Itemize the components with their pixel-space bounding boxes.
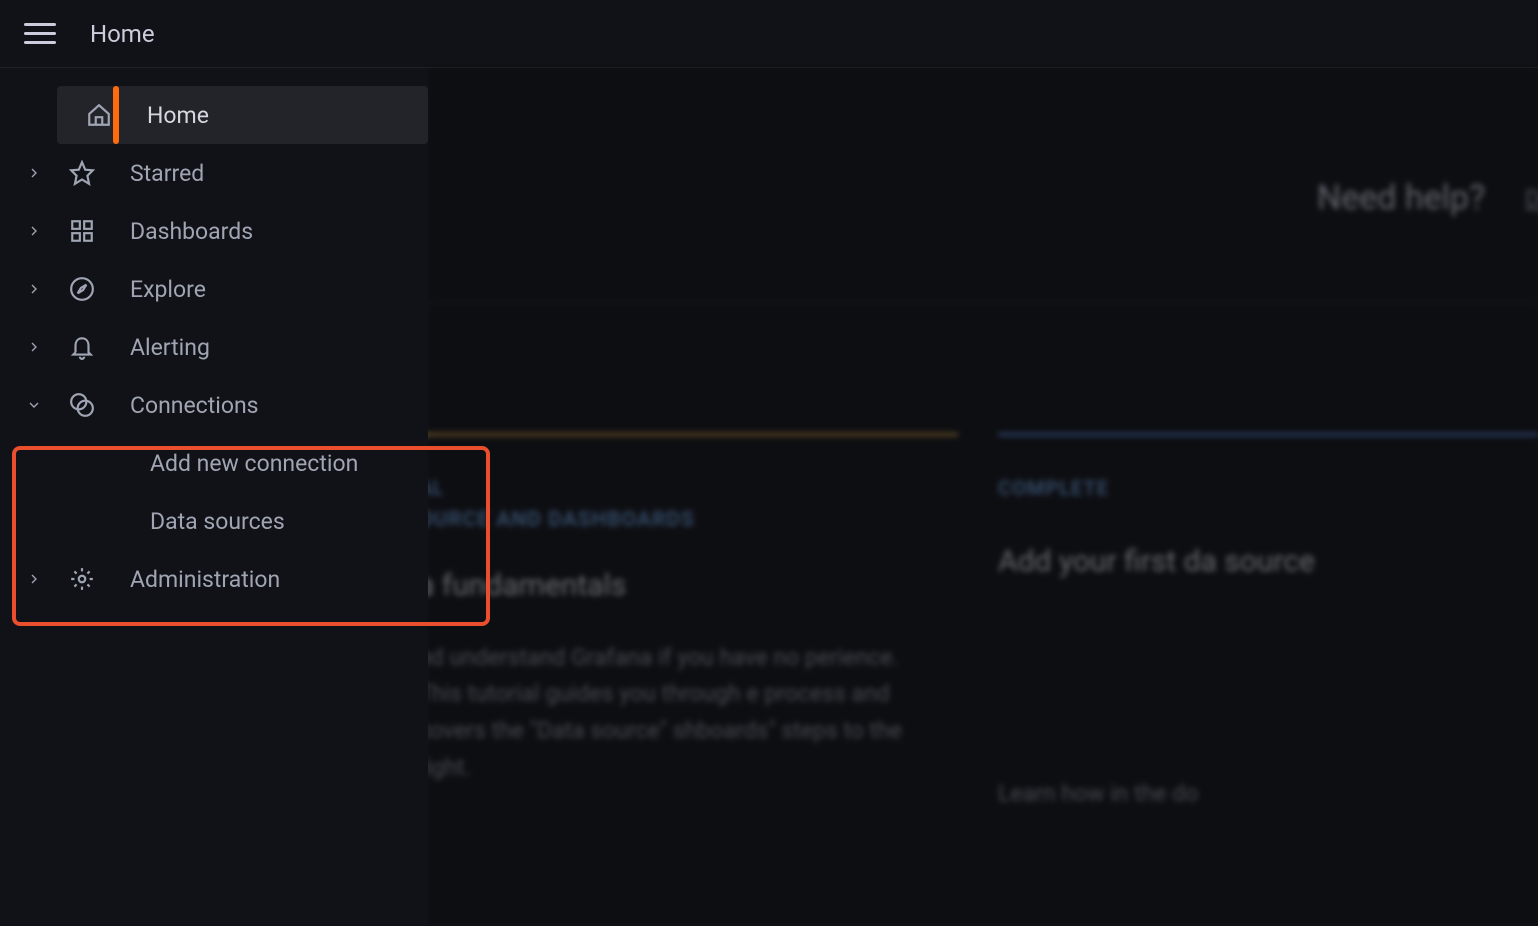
hamburger-icon	[24, 23, 56, 26]
sidebar-item-home[interactable]: Home	[57, 86, 428, 144]
home-icon	[86, 102, 112, 128]
breadcrumb[interactable]: Home	[90, 20, 155, 48]
sidebar-item-connections[interactable]: Connections	[0, 376, 428, 434]
chevron-right-icon	[26, 165, 42, 181]
sidebar-item-explore[interactable]: Explore	[0, 260, 428, 318]
sidebar-subitem-add-connection[interactable]: Add new connection	[0, 434, 428, 492]
plug-icon	[69, 392, 95, 418]
sidebar-item-label: Dashboards	[130, 218, 253, 245]
chevron-down-icon	[26, 397, 42, 413]
sidebar-item-dashboards[interactable]: Dashboards	[0, 202, 428, 260]
sidebar-subitem-label: Add new connection	[150, 450, 358, 477]
gear-icon	[69, 566, 95, 592]
sidebar-subitem-label: Data sources	[150, 508, 285, 535]
sidebar-item-label: Home	[147, 102, 209, 129]
compass-icon	[69, 276, 95, 302]
sidebar-item-label: Connections	[130, 392, 259, 419]
sidebar-item-label: Administration	[130, 566, 280, 593]
star-icon	[69, 160, 95, 186]
menu-toggle[interactable]	[20, 19, 60, 48]
sidebar-subitem-data-sources[interactable]: Data sources	[0, 492, 428, 550]
chevron-right-icon	[26, 339, 42, 355]
grid-icon	[69, 218, 95, 244]
chevron-right-icon	[26, 281, 42, 297]
sidebar-item-label: Explore	[130, 276, 206, 303]
sidebar-item-label: Alerting	[130, 334, 210, 361]
sidebar: Home Starred	[0, 68, 428, 926]
sidebar-item-starred[interactable]: Starred	[0, 144, 428, 202]
main-content: Need help? Docu AL OURCE AND DASHBOARDS …	[428, 68, 1538, 926]
chevron-right-icon	[26, 223, 42, 239]
sidebar-item-administration[interactable]: Administration	[0, 550, 428, 608]
chevron-right-icon	[26, 571, 42, 587]
sidebar-item-alerting[interactable]: Alerting	[0, 318, 428, 376]
sidebar-item-label: Starred	[130, 160, 204, 187]
bell-icon	[69, 334, 95, 360]
